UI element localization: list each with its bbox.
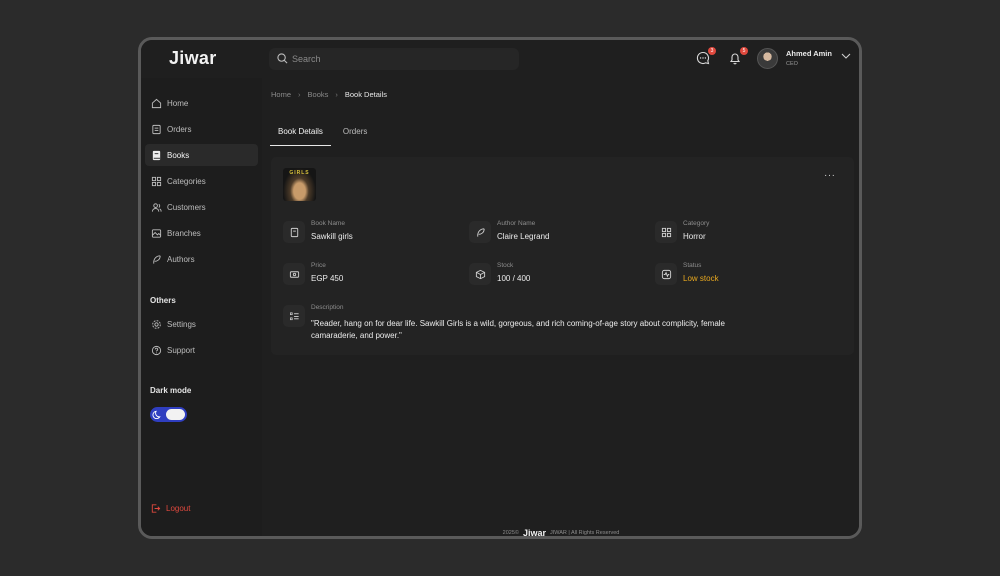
sidebar-item-support[interactable]: Support bbox=[145, 339, 258, 361]
sidebar-item-label: Support bbox=[167, 345, 196, 355]
logout-label: Logout bbox=[166, 504, 191, 513]
sidebar-item-settings[interactable]: Settings bbox=[145, 313, 258, 335]
search-box[interactable] bbox=[269, 48, 519, 70]
messages-button[interactable]: 3 bbox=[696, 47, 716, 67]
breadcrumb-books[interactable]: Books bbox=[308, 90, 329, 99]
sidebar-item-label: Categories bbox=[167, 176, 206, 186]
field-status: Status Low stock bbox=[655, 262, 835, 292]
field-label: Category bbox=[683, 220, 710, 227]
description-text: "Reader, hang on for dear life. Sawkill … bbox=[311, 319, 725, 340]
sidebar-item-label: Branches bbox=[167, 228, 201, 238]
search-input[interactable] bbox=[292, 50, 502, 68]
tab-bar: Book Details Orders bbox=[270, 124, 375, 146]
breadcrumb-current: Book Details bbox=[344, 90, 387, 99]
gear-icon bbox=[152, 319, 161, 329]
field-value: Claire Legrand bbox=[497, 232, 550, 241]
field-value: EGP 450 bbox=[311, 274, 344, 283]
field-label: Status bbox=[683, 262, 702, 269]
sidebar-item-books[interactable]: Books bbox=[145, 144, 258, 166]
sidebar-item-label: Authors bbox=[167, 254, 195, 264]
book-cover-image: GIRLS bbox=[283, 168, 316, 201]
avatar[interactable] bbox=[757, 48, 778, 69]
main-content: Home › Books › Book Details Book Details… bbox=[262, 78, 859, 538]
home-icon bbox=[151, 98, 162, 108]
others-heading: Others bbox=[150, 296, 176, 305]
moon-icon bbox=[152, 410, 161, 419]
messages-badge: 3 bbox=[708, 47, 716, 55]
more-options-button[interactable]: ··· bbox=[824, 170, 836, 181]
logout-button[interactable]: Logout bbox=[150, 503, 190, 514]
field-price: Price EGP 450 bbox=[283, 262, 463, 292]
customers-icon bbox=[151, 202, 162, 212]
field-label: Stock bbox=[497, 262, 514, 269]
tab-book-details[interactable]: Book Details bbox=[270, 124, 331, 146]
book-details-card: GIRLS ··· Book Name Sawkill girls Author… bbox=[271, 157, 854, 355]
user-name: Ahmed Amin bbox=[786, 49, 832, 58]
sidebar-item-home[interactable]: Home bbox=[145, 92, 258, 114]
categories-icon bbox=[655, 221, 677, 243]
sidebar-item-branches[interactable]: Branches bbox=[145, 222, 258, 244]
branches-icon bbox=[151, 228, 162, 238]
search-icon bbox=[277, 53, 288, 64]
sidebar-item-label: Settings bbox=[167, 319, 196, 329]
sidebar-item-customers[interactable]: Customers bbox=[145, 196, 258, 218]
top-bar: Jiwar 3 5 Ahmed Amin CEO bbox=[141, 40, 859, 78]
field-label: Price bbox=[311, 262, 326, 269]
feather-icon bbox=[469, 221, 491, 243]
brand-logo[interactable]: Jiwar bbox=[169, 48, 217, 69]
orders-icon bbox=[152, 124, 161, 134]
sidebar-item-categories[interactable]: Categories bbox=[145, 170, 258, 192]
field-stock: Stock 100 / 400 bbox=[469, 262, 649, 292]
chevron-right-icon: › bbox=[298, 90, 301, 99]
app-window: Jiwar 3 5 Ahmed Amin CEO Home Orders bbox=[138, 37, 862, 539]
status-value: Low stock bbox=[683, 274, 719, 283]
breadcrumb: Home › Books › Book Details bbox=[271, 90, 387, 99]
chevron-down-icon[interactable] bbox=[841, 52, 851, 60]
dark-mode-label: Dark mode bbox=[150, 386, 192, 395]
sidebar-item-label: Books bbox=[167, 150, 190, 160]
field-label: Author Name bbox=[497, 220, 536, 227]
field-category: Category Horror bbox=[655, 220, 835, 250]
dark-mode-toggle[interactable] bbox=[150, 407, 187, 422]
field-label: Description bbox=[311, 304, 344, 311]
logout-icon bbox=[151, 504, 161, 513]
box-icon bbox=[469, 263, 491, 285]
field-book-name: Book Name Sawkill girls bbox=[283, 220, 463, 250]
tab-orders[interactable]: Orders bbox=[335, 124, 375, 146]
sidebar-item-label: Customers bbox=[167, 202, 206, 212]
logo-text: Jiwar bbox=[169, 48, 217, 68]
money-icon bbox=[283, 263, 305, 285]
sidebar-item-orders[interactable]: Orders bbox=[145, 118, 258, 140]
footer-year: 2025© bbox=[502, 530, 519, 536]
chevron-right-icon: › bbox=[335, 90, 338, 99]
field-value: Sawkill girls bbox=[311, 232, 353, 241]
notifications-button[interactable]: 5 bbox=[728, 47, 748, 67]
help-icon bbox=[151, 345, 162, 355]
breadcrumb-home[interactable]: Home bbox=[271, 90, 291, 99]
notifications-badge: 5 bbox=[740, 47, 748, 55]
toggle-knob bbox=[166, 409, 185, 420]
list-icon bbox=[283, 305, 305, 327]
feather-icon bbox=[153, 254, 161, 264]
sidebar: Home Orders Books Categories Customers B… bbox=[141, 78, 258, 536]
footer: 2025© Jiwar JIWAR | All Rights Reserved bbox=[262, 528, 859, 538]
status-icon bbox=[655, 263, 677, 285]
categories-icon bbox=[151, 176, 162, 186]
sidebar-item-label: Home bbox=[167, 98, 189, 108]
user-role: CEO bbox=[786, 61, 798, 67]
sidebar-item-authors[interactable]: Authors bbox=[145, 248, 258, 270]
footer-text: JIWAR | All Rights Reserved bbox=[549, 530, 620, 536]
field-value: 100 / 400 bbox=[497, 274, 531, 283]
sidebar-item-label: Orders bbox=[167, 124, 192, 134]
cover-title: GIRLS bbox=[289, 170, 310, 176]
field-value: Horror bbox=[683, 232, 706, 241]
field-author-name: Author Name Claire Legrand bbox=[469, 220, 649, 250]
footer-logo: Jiwar bbox=[522, 528, 546, 538]
field-label: Book Name bbox=[311, 220, 345, 227]
book-icon bbox=[152, 150, 161, 160]
book-icon bbox=[283, 221, 305, 243]
